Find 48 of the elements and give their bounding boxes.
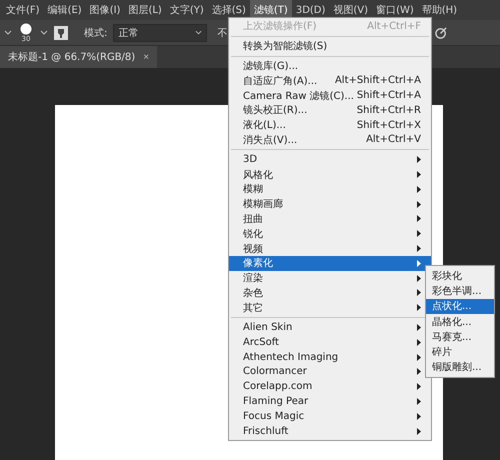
menu-item[interactable]: 彩块化 [426, 268, 494, 284]
menu-item[interactable]: 锐化 [229, 226, 431, 242]
menu-title[interactable]: 编辑(E) [44, 0, 86, 20]
brush-preset-icon[interactable] [54, 26, 68, 40]
chevron-icon[interactable] [4, 30, 12, 35]
menu-title[interactable]: 文件(F) [2, 0, 44, 20]
menu-item[interactable]: Frischluft [229, 424, 431, 439]
menu-title[interactable]: 帮助(H) [418, 0, 462, 20]
menu-item[interactable]: 彩色半调... [426, 283, 494, 299]
document-tab[interactable]: 未标题-1 @ 66.7%(RGB/8) × [0, 46, 158, 68]
mode-label: 模式: [84, 26, 108, 40]
brush-tip-icon[interactable] [20, 22, 32, 34]
chevron-icon[interactable] [40, 30, 48, 35]
menu-title[interactable]: 窗口(W) [372, 0, 418, 20]
menu-title[interactable]: 3D(D) [292, 2, 330, 18]
menu-title[interactable]: 图层(L) [124, 0, 166, 20]
menu-item[interactable]: 3D [229, 152, 431, 168]
menu-item[interactable]: 铜版雕刻... [426, 360, 494, 376]
menu-item[interactable]: Focus Magic [229, 408, 431, 424]
menu-item[interactable]: 自适应广角(A)... Alt+Shift+Ctrl+A [229, 73, 431, 88]
menu-item[interactable]: 滤镜库(G)... [229, 58, 431, 74]
menu-item[interactable]: 碎片 [426, 344, 494, 360]
menu-title[interactable]: 视图(V) [329, 0, 372, 20]
menu-item[interactable]: 液化(L)... Shift+Ctrl+X [229, 118, 431, 133]
menu-title[interactable]: 选择(S) [208, 0, 250, 20]
document-title: 未标题-1 @ 66.7%(RGB/8) [8, 50, 136, 64]
menu-item[interactable]: 转换为智能滤镜(S) [229, 38, 431, 54]
menu-item[interactable]: 晶格化... [426, 314, 494, 330]
menu-item[interactable]: 模糊画廊 [229, 196, 431, 212]
menu-item[interactable]: 视频 [229, 241, 431, 256]
mode-dropdown[interactable]: 正常 [113, 24, 208, 42]
menu-item[interactable]: 点状化... [426, 298, 494, 314]
menu-item[interactable]: Flaming Pear [229, 394, 431, 409]
opacity-label: 不 [217, 26, 228, 40]
airbrush-icon[interactable] [435, 26, 448, 39]
menu-item[interactable]: 扭曲 [229, 212, 431, 226]
menu-item[interactable]: Camera Raw 滤镜(C)... Shift+Ctrl+A [229, 88, 431, 103]
menu-item[interactable]: 镜头校正(R)... Shift+Ctrl+R [229, 102, 431, 118]
menu-item[interactable]: Corelapp.com [229, 379, 431, 394]
menu-item[interactable]: 模糊 [229, 182, 431, 197]
chevron-icon [195, 30, 202, 35]
menu-item[interactable]: 像素化 [229, 256, 431, 271]
menu-item[interactable]: 风格化 [229, 167, 431, 182]
menu-title[interactable]: 文字(Y) [166, 0, 208, 20]
menu-item[interactable]: 马赛克... [426, 329, 494, 344]
menu-title[interactable]: 图像(I) [86, 0, 124, 20]
close-button[interactable]: × [143, 52, 150, 62]
menu-item[interactable]: 消失点(V)... Alt+Ctrl+V [229, 132, 431, 148]
